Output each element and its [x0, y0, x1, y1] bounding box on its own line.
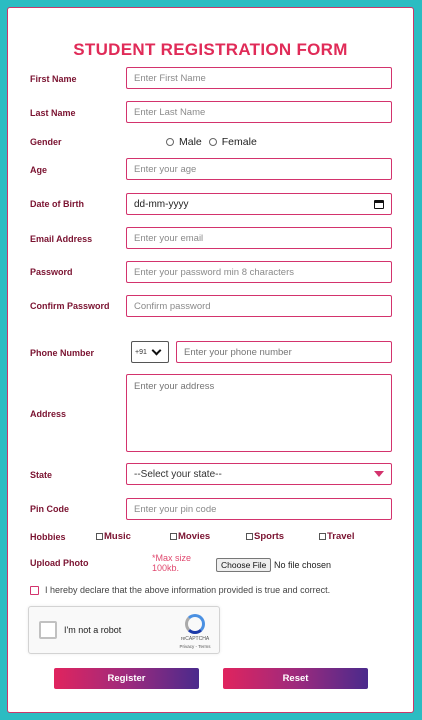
sports-label: Sports: [254, 531, 285, 542]
last-name-input[interactable]: [126, 101, 392, 123]
hobbies-label: Hobbies: [30, 532, 66, 542]
declaration-checkbox[interactable]: [30, 586, 39, 595]
travel-checkbox[interactable]: [319, 533, 326, 540]
recaptcha-logo-icon: [185, 614, 205, 634]
choose-file-button[interactable]: Choose File: [216, 558, 272, 572]
max-size-note: *Max size 100kb.: [152, 553, 192, 573]
male-radio[interactable]: [166, 138, 174, 146]
recaptcha-label: I'm not a robot: [64, 625, 122, 635]
state-select[interactable]: --Select your state--: [126, 463, 392, 485]
country-code-select[interactable]: +91: [131, 341, 169, 363]
first-name-label: First Name: [30, 74, 77, 84]
hobby-travel[interactable]: Travel: [319, 531, 354, 542]
recaptcha-widget: I'm not a robot reCAPTCHA Privacy - Term…: [28, 606, 220, 654]
state-label: State: [30, 470, 53, 480]
female-radio[interactable]: [208, 138, 217, 146]
first-name-input[interactable]: [126, 67, 392, 89]
form-title: STUDENT REGISTRATION FORM: [73, 40, 348, 59]
last-name-label: Last Name: [30, 108, 76, 118]
address-input[interactable]: [126, 374, 392, 452]
dob-value: dd-mm-yyyy: [134, 198, 189, 210]
confirm-password-label: Confirm Password: [30, 301, 110, 311]
confirm-password-input[interactable]: [126, 295, 392, 317]
password-input[interactable]: [126, 261, 392, 283]
password-label: Password: [30, 267, 73, 277]
register-button[interactable]: Register: [54, 668, 199, 689]
sports-checkbox[interactable]: [246, 533, 253, 540]
declaration-text: I hereby declare that the above informat…: [45, 585, 331, 595]
email-input[interactable]: [126, 227, 392, 249]
reset-button[interactable]: Reset: [223, 668, 368, 689]
pin-code-label: Pin Code: [30, 504, 70, 514]
dob-input[interactable]: dd-mm-yyyy: [126, 193, 392, 215]
pin-code-input[interactable]: [126, 498, 392, 520]
recaptcha-brand: reCAPTCHA: [180, 636, 210, 642]
female-radio-label: Female: [221, 136, 257, 148]
upload-photo-label: Upload Photo: [30, 558, 89, 568]
age-input[interactable]: [126, 158, 392, 180]
gender-radio-group: Male Female: [166, 136, 264, 148]
email-label: Email Address: [30, 234, 93, 244]
recaptcha-checkbox[interactable]: [39, 621, 57, 639]
dob-label: Date of Birth: [30, 199, 84, 209]
country-code-value: +91: [135, 348, 147, 356]
age-label: Age: [30, 165, 48, 175]
music-checkbox[interactable]: [96, 533, 103, 540]
hobby-movies[interactable]: Movies: [170, 531, 210, 542]
state-value: --Select your state--: [134, 468, 222, 480]
calendar-icon[interactable]: [374, 199, 384, 209]
phone-input[interactable]: [176, 341, 392, 363]
gender-label: Gender: [30, 137, 62, 147]
hobby-music[interactable]: Music: [96, 531, 131, 542]
travel-label: Travel: [327, 531, 355, 542]
file-status: No file chosen: [274, 560, 332, 570]
phone-label: Phone Number: [30, 348, 95, 358]
hobby-sports[interactable]: Sports: [246, 531, 284, 542]
movies-label: Movies: [178, 531, 211, 542]
chevron-down-icon: [151, 345, 162, 355]
address-label: Address: [30, 409, 67, 419]
movies-checkbox[interactable]: [170, 533, 177, 540]
music-label: Music: [104, 531, 131, 542]
registration-card: STUDENT REGISTRATION FORM First Name Las…: [7, 7, 414, 713]
male-radio-label: Male: [179, 136, 202, 148]
dropdown-arrow-icon: [374, 471, 384, 477]
recaptcha-links[interactable]: Privacy - Terms: [175, 644, 215, 649]
